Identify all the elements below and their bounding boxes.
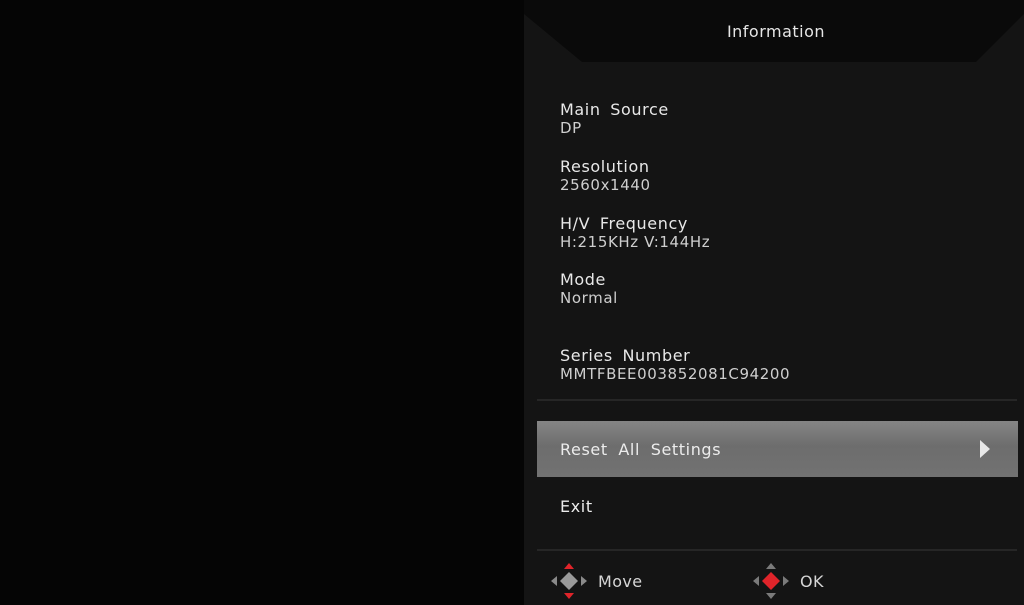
info-hv-frequency: H/V Frequency H:215KHz V:144Hz <box>560 214 710 252</box>
exit-button[interactable]: Exit <box>537 478 1018 534</box>
info-mode: Mode Normal <box>560 270 618 308</box>
osd-header: Information <box>524 0 1024 62</box>
info-label: Series Number <box>560 346 691 365</box>
info-main-source: Main Source DP <box>560 100 669 138</box>
move-legend: Move <box>550 562 680 600</box>
info-value: Normal <box>560 289 618 307</box>
ok-label: OK <box>800 572 824 591</box>
info-label: Resolution <box>560 157 650 176</box>
info-label: H/V Frequency <box>560 214 688 233</box>
info-series-number: Series Number MMTFBEE003852081C94200 <box>560 346 790 384</box>
osd-menu-panel: Information Main Source DP Resolution 25… <box>524 0 1024 605</box>
monitor-screen: Information Main Source DP Resolution 25… <box>0 0 1024 605</box>
ok-legend: OK <box>752 562 872 600</box>
exit-label: Exit <box>560 497 593 516</box>
info-resolution: Resolution 2560x1440 <box>560 157 651 195</box>
info-value: H:215KHz V:144Hz <box>560 233 711 251</box>
reset-all-settings-label: Reset All Settings <box>560 440 722 459</box>
reset-all-settings-button[interactable]: Reset All Settings <box>537 421 1018 477</box>
info-value: MMTFBEE003852081C94200 <box>560 365 791 383</box>
dpad-ok-icon <box>753 563 789 599</box>
divider <box>537 549 1017 551</box>
dpad-move-icon <box>551 563 587 599</box>
info-label: Main Source <box>560 100 669 119</box>
info-value: 2560x1440 <box>560 176 651 194</box>
page-title: Information <box>726 22 826 41</box>
info-value: DP <box>560 119 582 137</box>
move-label: Move <box>598 572 643 591</box>
divider <box>537 399 1017 401</box>
info-label: Mode <box>560 270 606 289</box>
arrow-right-icon <box>980 440 990 458</box>
